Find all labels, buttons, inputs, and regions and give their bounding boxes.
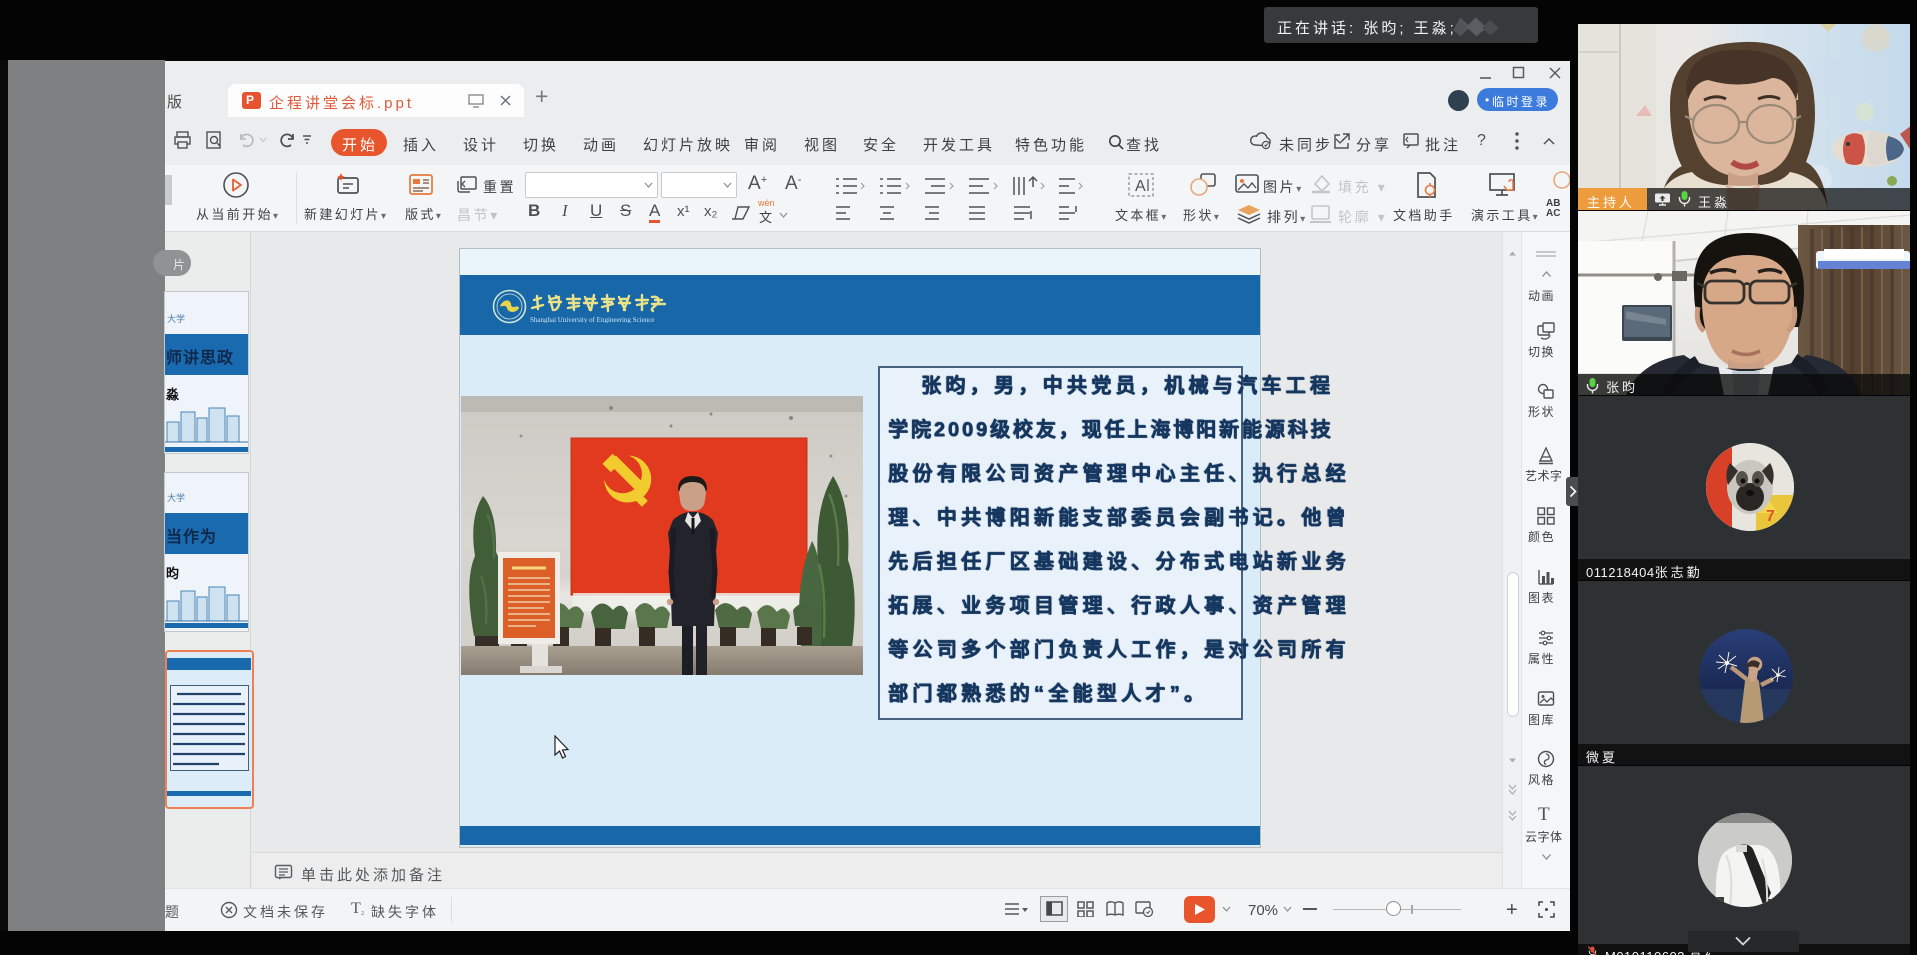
svg-text:Shanghai University of Enginee: Shanghai University of Engineering Scien… <box>530 316 654 323</box>
svg-text:7: 7 <box>1766 508 1775 525</box>
svg-text:A: A <box>1135 178 1146 195</box>
